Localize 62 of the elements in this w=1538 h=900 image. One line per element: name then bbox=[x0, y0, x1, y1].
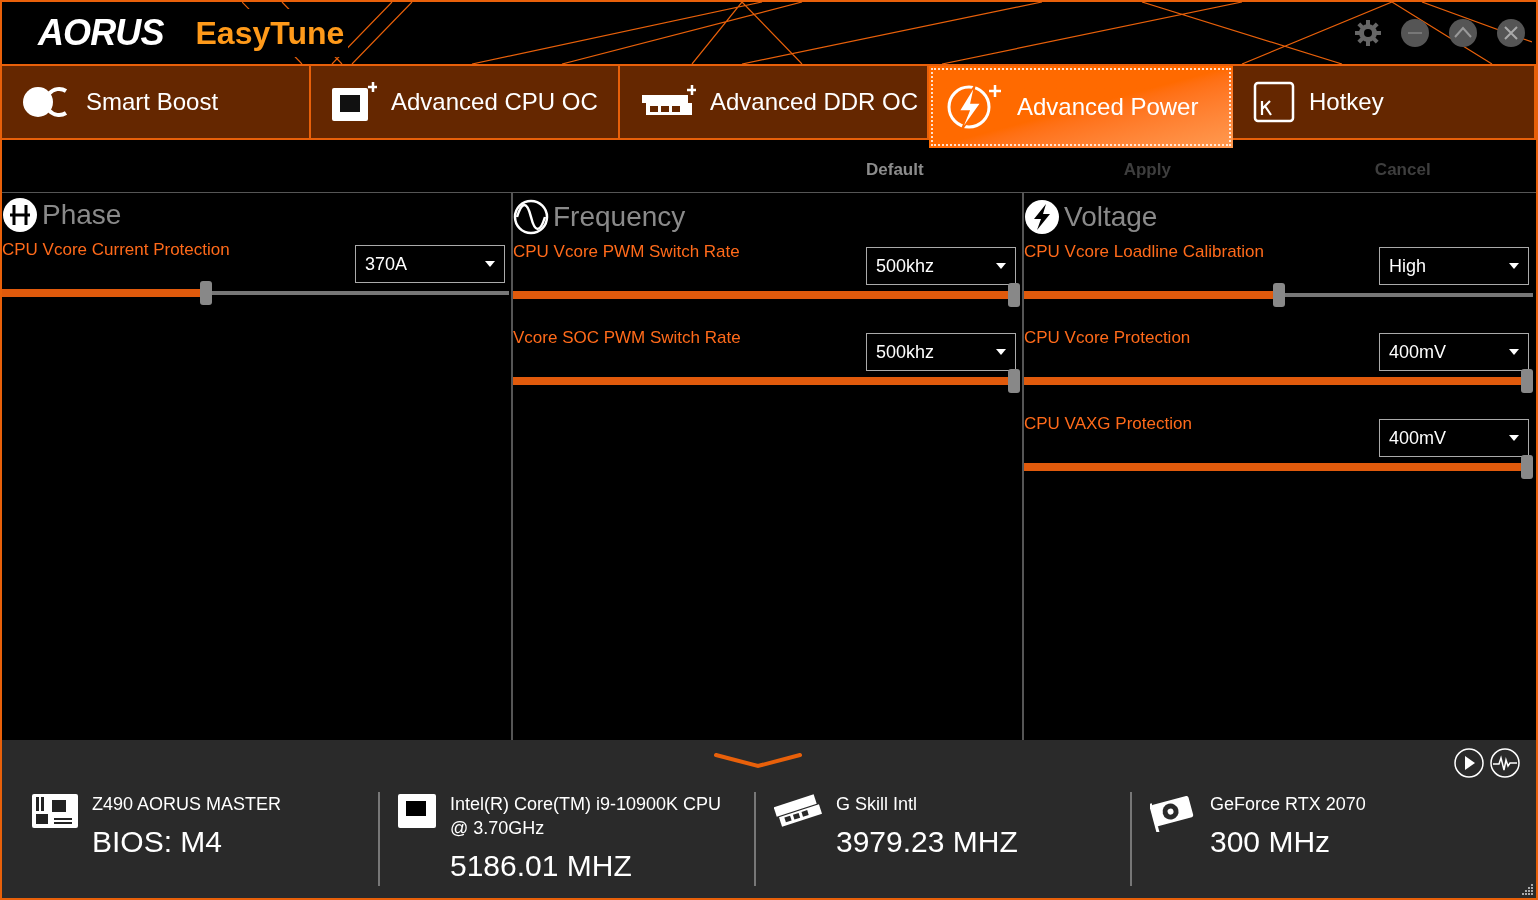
setting-label: CPU Vcore Loadline Calibration bbox=[1024, 241, 1265, 263]
device-value: 3979.23 MHZ bbox=[836, 824, 1019, 860]
slider-thumb[interactable] bbox=[200, 281, 212, 305]
slider[interactable] bbox=[1024, 455, 1533, 479]
collapse-chevron-icon[interactable] bbox=[714, 752, 802, 770]
dropdown[interactable]: 400mV bbox=[1379, 419, 1529, 457]
slider[interactable] bbox=[2, 281, 509, 305]
caret-icon bbox=[485, 261, 495, 267]
memory-module-icon bbox=[774, 794, 822, 828]
setting-label: CPU Vcore Protection bbox=[1024, 327, 1191, 349]
slider-thumb[interactable] bbox=[1521, 455, 1533, 479]
slider[interactable] bbox=[513, 283, 1020, 307]
device-value: 5186.01 MHZ bbox=[450, 848, 633, 884]
dropdown[interactable]: 500khz bbox=[866, 247, 1016, 285]
caret-icon bbox=[1509, 263, 1519, 269]
play-icon[interactable] bbox=[1454, 748, 1484, 778]
panel-title: Phase bbox=[42, 201, 122, 229]
setting-label: Vcore SOC PWM Switch Rate bbox=[513, 327, 741, 349]
panel-title: Voltage bbox=[1064, 203, 1158, 231]
setting-label: CPU VAXG Protection bbox=[1024, 413, 1192, 435]
slider-thumb[interactable] bbox=[1008, 283, 1020, 307]
slider-thumb[interactable] bbox=[1521, 369, 1533, 393]
slider-thumb[interactable] bbox=[1008, 369, 1020, 393]
device-value: BIOS: M4 bbox=[92, 824, 224, 860]
minimize-icon[interactable] bbox=[1400, 18, 1430, 48]
dropdown[interactable]: High bbox=[1379, 247, 1529, 285]
sine-wave-icon bbox=[513, 199, 549, 235]
graphics-card-icon bbox=[1150, 794, 1196, 832]
dropdown[interactable]: 400mV bbox=[1379, 333, 1529, 371]
cpu-chip-icon bbox=[398, 794, 436, 828]
slider[interactable] bbox=[513, 369, 1020, 393]
brand-logo: AORUS bbox=[38, 11, 164, 55]
dropdown[interactable]: 500khz bbox=[866, 333, 1016, 371]
tab[interactable]: Hotkey bbox=[1233, 66, 1536, 138]
device-name: Z490 AORUS MASTER bbox=[92, 793, 283, 816]
waveform-icon[interactable] bbox=[1490, 748, 1520, 778]
cpu-chip-icon bbox=[331, 82, 377, 122]
caret-icon bbox=[996, 263, 1006, 269]
setting-label: CPU Vcore Current Protection bbox=[2, 239, 230, 261]
caret-icon bbox=[1509, 435, 1519, 441]
dropdown[interactable]: 370A bbox=[355, 245, 505, 283]
panel-title: Frequency bbox=[553, 203, 686, 231]
slider[interactable] bbox=[1024, 283, 1533, 307]
tab[interactable]: Advanced CPU OC bbox=[311, 66, 620, 138]
slider[interactable] bbox=[1024, 369, 1533, 393]
action-button[interactable]: Default bbox=[866, 156, 924, 182]
maximize-icon[interactable] bbox=[1448, 18, 1478, 48]
close-icon[interactable] bbox=[1496, 18, 1526, 48]
device-value: 300 MHz bbox=[1210, 824, 1332, 860]
device-name: GeForce RTX 2070 bbox=[1210, 793, 1367, 816]
lightning-bolt-icon bbox=[1024, 199, 1060, 235]
resize-grip-icon[interactable] bbox=[1520, 882, 1534, 896]
motherboard-icon bbox=[32, 794, 78, 828]
device-name: Intel(R) Core(TM) i9-10900K CPU @ 3.70GHz bbox=[450, 793, 723, 840]
settings-icon[interactable] bbox=[1354, 19, 1382, 47]
key-icon bbox=[1253, 81, 1295, 123]
tab[interactable]: Smart Boost bbox=[2, 66, 311, 138]
caret-icon bbox=[1509, 349, 1519, 355]
caret-icon bbox=[996, 349, 1006, 355]
slider-thumb[interactable] bbox=[1272, 283, 1285, 307]
setting-label: CPU Vcore PWM Switch Rate bbox=[513, 241, 740, 263]
device-name: G Skill Intl bbox=[836, 793, 919, 816]
